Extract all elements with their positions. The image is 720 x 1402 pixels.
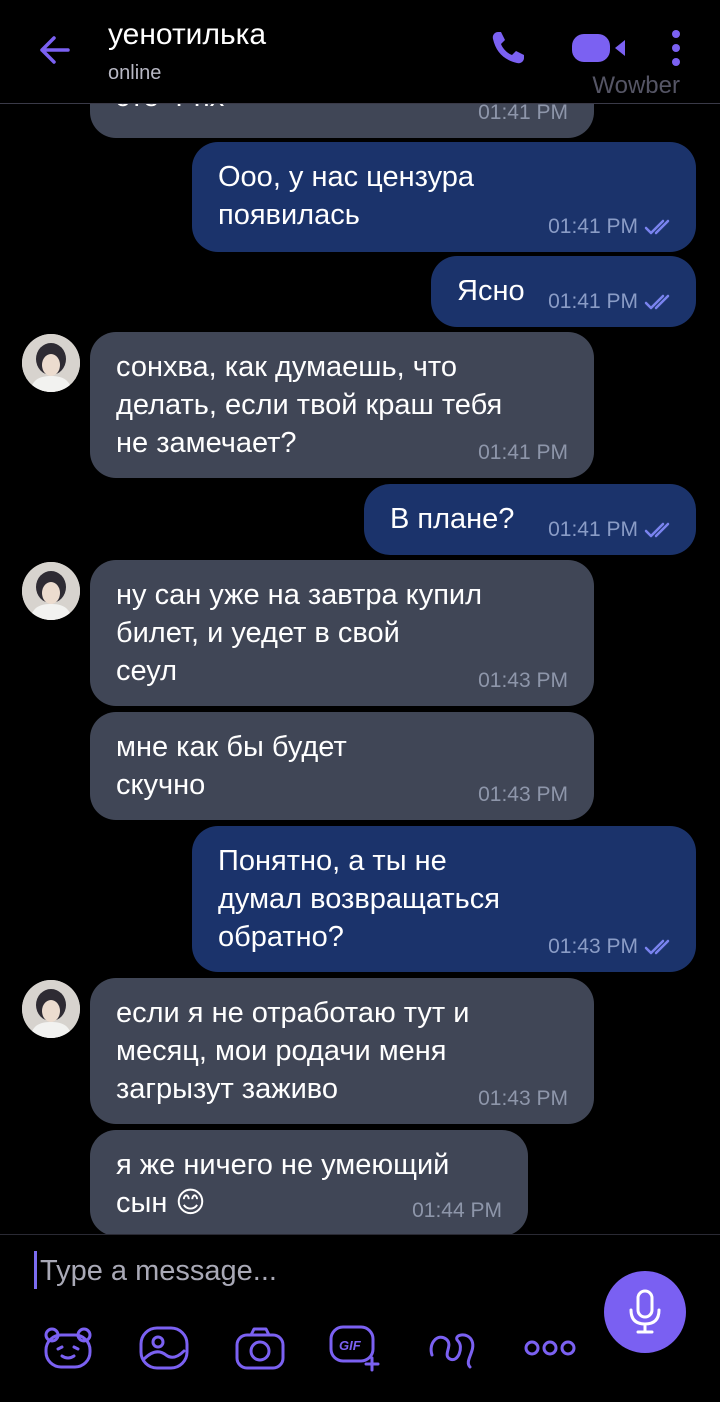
read-receipt-icon [644, 522, 670, 538]
message-bubble-outgoing[interactable]: Понятно, а ты не думал возвращаться обра… [192, 826, 696, 972]
contact-avatar[interactable] [22, 980, 80, 1038]
contact-name[interactable]: уенотилька [108, 18, 266, 52]
message-bubble-incoming[interactable]: сонхва, как думаешь, что делать, если тв… [90, 332, 594, 478]
microphone-icon [629, 1289, 661, 1334]
message-bubble-incoming[interactable]: я же ничего не умеющий сын 😊 01:44 PM [90, 1130, 528, 1234]
message-time: 01:41 PM [548, 519, 676, 541]
microphone-button[interactable] [604, 1271, 686, 1353]
message-bubble-incoming[interactable]: это ч*нх* 01:41 PM [90, 104, 594, 138]
doodle-icon[interactable] [424, 1323, 480, 1373]
contact-status: online [108, 62, 162, 84]
message-time: 01:41 PM [478, 104, 568, 124]
message-bubble-outgoing[interactable]: В плане? 01:41 PM [364, 484, 696, 555]
text-caret [34, 1251, 37, 1289]
message-bubble-incoming[interactable]: если я не отработаю тут и месяц, мои род… [90, 978, 594, 1124]
message-time: 01:41 PM [478, 441, 568, 464]
image-icon[interactable] [136, 1323, 192, 1373]
read-receipt-icon [644, 294, 670, 310]
composer: Type a message... GIF [0, 1234, 720, 1402]
message-bubble-incoming[interactable]: мне как бы будет скучно 01:43 PM [90, 712, 594, 820]
contact-avatar[interactable] [22, 562, 80, 620]
message-list[interactable]: это ч*нх* 01:41 PM Ооо, у нас цензура по… [0, 104, 720, 1234]
message-input[interactable]: Type a message... [40, 1255, 277, 1288]
video-icon[interactable] [568, 26, 630, 70]
message-time: 01:44 PM [412, 1199, 502, 1222]
read-receipt-icon [644, 219, 670, 235]
contact-avatar[interactable] [22, 334, 80, 392]
message-time: 01:41 PM [548, 216, 676, 238]
message-time: 01:43 PM [478, 783, 568, 806]
more-vertical-icon[interactable] [662, 26, 690, 70]
message-bubble-incoming[interactable]: ну сан уже на завтра купил билет, и уеде… [90, 560, 594, 706]
more-horizontal-icon[interactable] [522, 1323, 578, 1373]
back-arrow-icon[interactable] [32, 28, 76, 72]
message-bubble-outgoing[interactable]: Ооо, у нас цензура появилась 01:41 PM [192, 142, 696, 252]
watermark: Wowber [592, 72, 680, 99]
chat-header: уенотилька online Wowber [0, 0, 720, 104]
gif-icon[interactable]: GIF [328, 1323, 384, 1373]
camera-icon[interactable] [232, 1323, 288, 1373]
svg-text:GIF: GIF [339, 1338, 362, 1353]
message-time: 01:43 PM [478, 669, 568, 692]
message-time: 01:41 PM [548, 291, 676, 313]
message-bubble-outgoing[interactable]: Ясно 01:41 PM [431, 256, 696, 327]
message-time: 01:43 PM [478, 1087, 568, 1110]
phone-icon[interactable] [486, 26, 530, 70]
sticker-bear-icon[interactable] [40, 1323, 96, 1373]
read-receipt-icon [644, 939, 670, 955]
message-time: 01:43 PM [548, 936, 676, 958]
